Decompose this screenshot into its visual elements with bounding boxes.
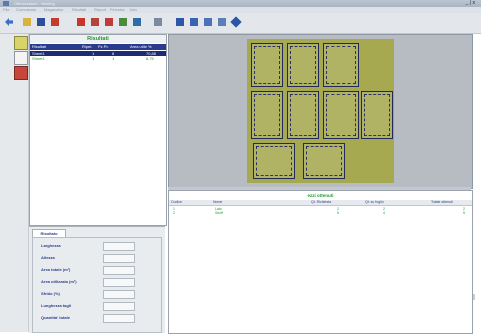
sheet-icon[interactable] bbox=[174, 16, 186, 29]
width-field[interactable] bbox=[103, 242, 135, 251]
cut-list-icon[interactable] bbox=[75, 16, 87, 29]
total-area-field[interactable] bbox=[103, 266, 135, 275]
col-results[interactable]: Risultati bbox=[32, 44, 46, 50]
nested-piece[interactable] bbox=[323, 91, 359, 139]
report-icon[interactable] bbox=[188, 16, 200, 29]
document-icon[interactable] bbox=[49, 16, 61, 29]
nested-piece[interactable] bbox=[361, 91, 393, 139]
optimize-icon[interactable] bbox=[103, 16, 115, 29]
diamond-icon[interactable] bbox=[230, 16, 242, 29]
used-area-field[interactable] bbox=[103, 278, 135, 287]
results-panel: Risultati Risultati Ripet. Pz.Pr. Area u… bbox=[29, 34, 167, 226]
prop-used-area: Area utilizzata (m²) bbox=[41, 278, 156, 287]
cut-length-field[interactable] bbox=[103, 302, 135, 311]
prop-total-area: Area totale (m²) bbox=[41, 266, 156, 275]
nested-piece[interactable] bbox=[251, 91, 283, 139]
glass-sheet[interactable] bbox=[247, 39, 394, 183]
col-area[interactable]: Area utile % bbox=[130, 44, 152, 50]
list-item[interactable]: 2 Sezff 5 4 5 bbox=[169, 211, 472, 215]
title-bar: Ottimizzatore - Nesting _ | x bbox=[0, 0, 481, 7]
tab-risultato[interactable]: Risultato bbox=[32, 229, 66, 237]
save-icon[interactable] bbox=[35, 16, 47, 29]
pieces-list: ezzi ottenuti Codice Nome Qt. Richiesta … bbox=[168, 190, 473, 334]
scrollbar-mark bbox=[473, 294, 475, 300]
properties-box: Larghezza Altezza Area totale (m²) Area … bbox=[32, 237, 162, 333]
pieces-list-title: ezzi ottenuti bbox=[307, 193, 334, 198]
app-icon bbox=[3, 1, 9, 6]
grid-icon[interactable] bbox=[117, 16, 129, 29]
col-name[interactable]: Nome bbox=[213, 200, 222, 205]
table-row[interactable]: Sheet1 1 1 8,75 bbox=[30, 56, 166, 61]
results-title: Risultati bbox=[30, 35, 166, 43]
folder-open-icon[interactable] bbox=[21, 16, 33, 29]
nested-piece[interactable] bbox=[287, 43, 319, 87]
waste-field[interactable] bbox=[103, 290, 135, 299]
nested-piece[interactable] bbox=[287, 91, 319, 139]
window-title: Ottimizzatore - Nesting bbox=[14, 1, 55, 6]
pieces-header: Codice Nome Qt. Richiesta Qt. su foglio … bbox=[169, 200, 472, 206]
nested-piece[interactable] bbox=[303, 143, 345, 179]
nested-piece[interactable] bbox=[253, 143, 295, 179]
prop-cut-length: Lunghezza tagli bbox=[41, 302, 156, 311]
nesting-view[interactable] bbox=[168, 34, 473, 189]
properties-panel: Risultato Larghezza Altezza Area totale … bbox=[29, 226, 165, 333]
left-toolbar bbox=[0, 34, 29, 332]
col-code[interactable]: Codice bbox=[171, 200, 182, 205]
col-qty-required[interactable]: Qt. Richiesta bbox=[311, 200, 331, 205]
export-icon[interactable] bbox=[131, 16, 143, 29]
toolbar bbox=[0, 13, 481, 34]
window-controls[interactable]: _ | x bbox=[466, 0, 475, 7]
col-repeat[interactable]: Ripet. bbox=[82, 44, 92, 50]
col-qty-sheet[interactable]: Qt. su foglio bbox=[365, 200, 384, 205]
prop-total-qty: Quantita' totale bbox=[41, 314, 156, 323]
nesting-view-icon[interactable] bbox=[14, 36, 28, 50]
back-arrow-icon[interactable] bbox=[3, 16, 15, 29]
nested-piece[interactable] bbox=[251, 43, 283, 87]
total-qty-field[interactable] bbox=[103, 314, 135, 323]
nested-piece[interactable] bbox=[323, 43, 359, 87]
prop-width: Larghezza bbox=[41, 242, 156, 251]
table-icon[interactable] bbox=[202, 16, 214, 29]
export-excel-icon[interactable] bbox=[216, 16, 228, 29]
page-icon[interactable] bbox=[14, 51, 28, 65]
print-icon[interactable] bbox=[152, 16, 164, 29]
stock-list-icon[interactable] bbox=[14, 66, 28, 80]
col-total[interactable]: Totale ottenuti bbox=[431, 200, 453, 205]
calculator-icon[interactable] bbox=[89, 16, 101, 29]
results-header: Risultati Ripet. Pz.Pr. Area utile % bbox=[30, 44, 166, 50]
prop-height: Altezza bbox=[41, 254, 156, 263]
height-field[interactable] bbox=[103, 254, 135, 263]
col-pieces[interactable]: Pz.Pr. bbox=[98, 44, 109, 50]
prop-waste: Sfrido (%) bbox=[41, 290, 156, 299]
